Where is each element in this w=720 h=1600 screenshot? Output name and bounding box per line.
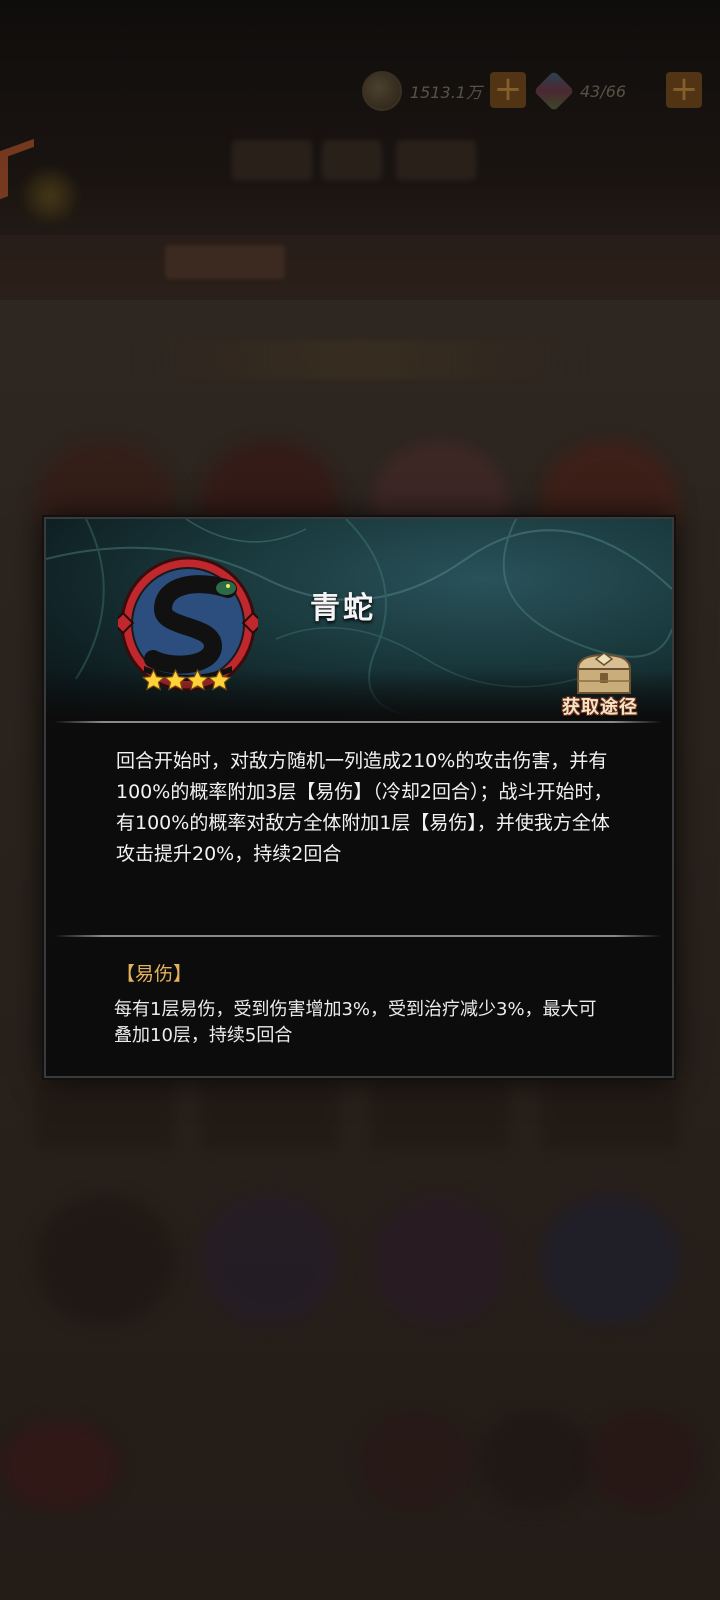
keyword-title: 【易伤】 (116, 963, 193, 985)
grid-item[interactable] (540, 1080, 680, 1150)
skill-description: 回合开始时，对敌方随机一列造成210%的攻击伤害，并有100%的概率附加3层【易… (116, 750, 613, 865)
gem-amount: 43/66 (580, 81, 627, 101)
add-gem-button[interactable]: + (666, 72, 702, 108)
grid-item[interactable] (200, 1080, 340, 1150)
gold-amount: 1513.1万 (410, 83, 482, 102)
gem-counter: 43/66 (533, 70, 627, 112)
divider-top (54, 721, 662, 723)
source-label: 获取途径 (562, 697, 638, 718)
bottom-item[interactable] (360, 1410, 470, 1510)
gold-orb-icon (22, 168, 78, 224)
skill-detail-modal: 青蛇 获取途径 回合开始时，对敌方随机一列造成210%的攻击伤害，并有100%的… (44, 517, 674, 1078)
tab-blurred-2[interactable] (322, 140, 382, 180)
treasure-chest-icon (576, 652, 632, 694)
star-icon (186, 669, 209, 691)
tab-blurred-1[interactable] (232, 140, 312, 180)
filter-strip (0, 235, 720, 295)
modal-header: 青蛇 获取途径 (46, 519, 672, 719)
star-icon (164, 669, 187, 691)
keyword-description: 每有1层易伤，受到伤害增加3%，受到治疗减少3%，最大可叠加10层，持续5回合 (114, 999, 597, 1046)
star-rating (142, 669, 231, 692)
star-icon (208, 669, 231, 691)
gem-icon (533, 70, 575, 112)
grid-item[interactable] (200, 1195, 340, 1325)
grid-item[interactable] (35, 1195, 175, 1325)
gold-counter: 1513.1万 (362, 71, 482, 111)
grid-item[interactable] (540, 1195, 680, 1325)
source-button[interactable]: 获取途径 (552, 651, 648, 718)
grid-item[interactable] (370, 1195, 510, 1325)
skill-title: 青蛇 (310, 591, 376, 626)
filter-tab[interactable] (165, 245, 285, 279)
bottom-item[interactable] (590, 1410, 700, 1510)
divider-middle (54, 935, 662, 937)
section-banner (130, 340, 590, 380)
bottom-item[interactable] (0, 1420, 120, 1510)
grid-item[interactable] (370, 1080, 510, 1150)
add-gold-button[interactable]: + (490, 72, 526, 108)
star-icon (142, 669, 165, 691)
grid-item[interactable] (35, 1080, 175, 1150)
bottom-item[interactable] (480, 1410, 590, 1510)
coin-icon (362, 71, 402, 111)
tab-blurred-3[interactable] (396, 140, 476, 180)
